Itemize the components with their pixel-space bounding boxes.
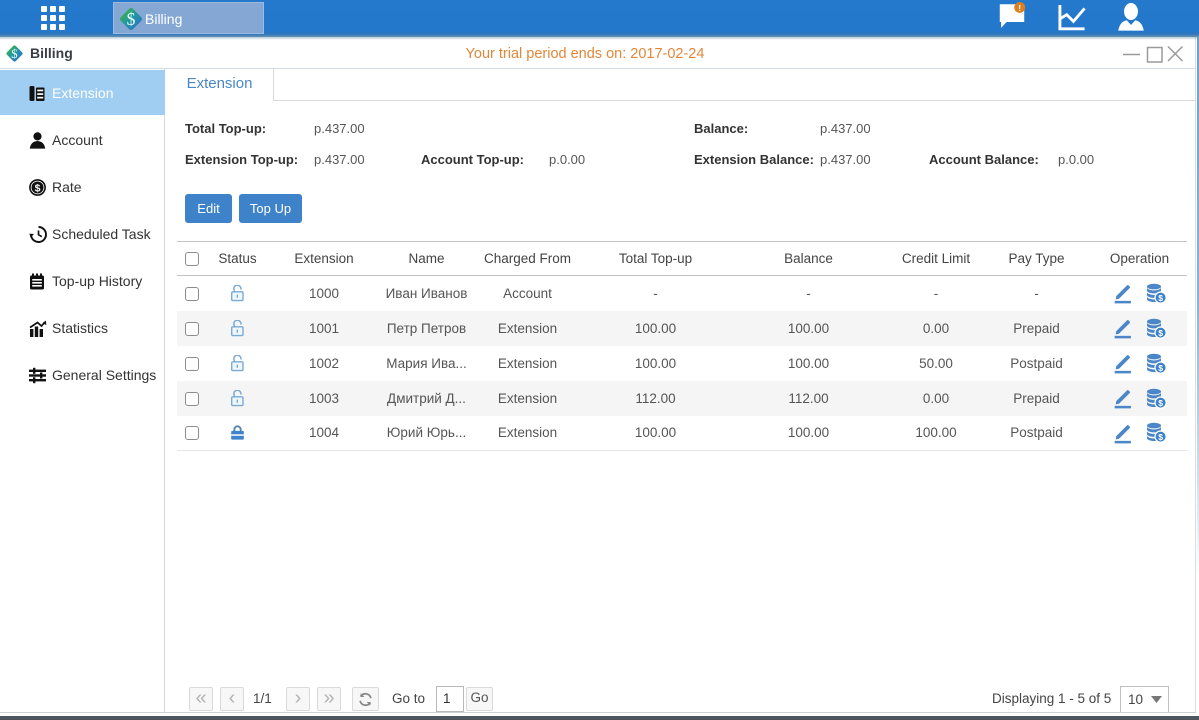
svg-text:!: !: [1018, 3, 1021, 13]
svg-text:$: $: [127, 9, 136, 29]
svg-text:$: $: [35, 183, 41, 195]
